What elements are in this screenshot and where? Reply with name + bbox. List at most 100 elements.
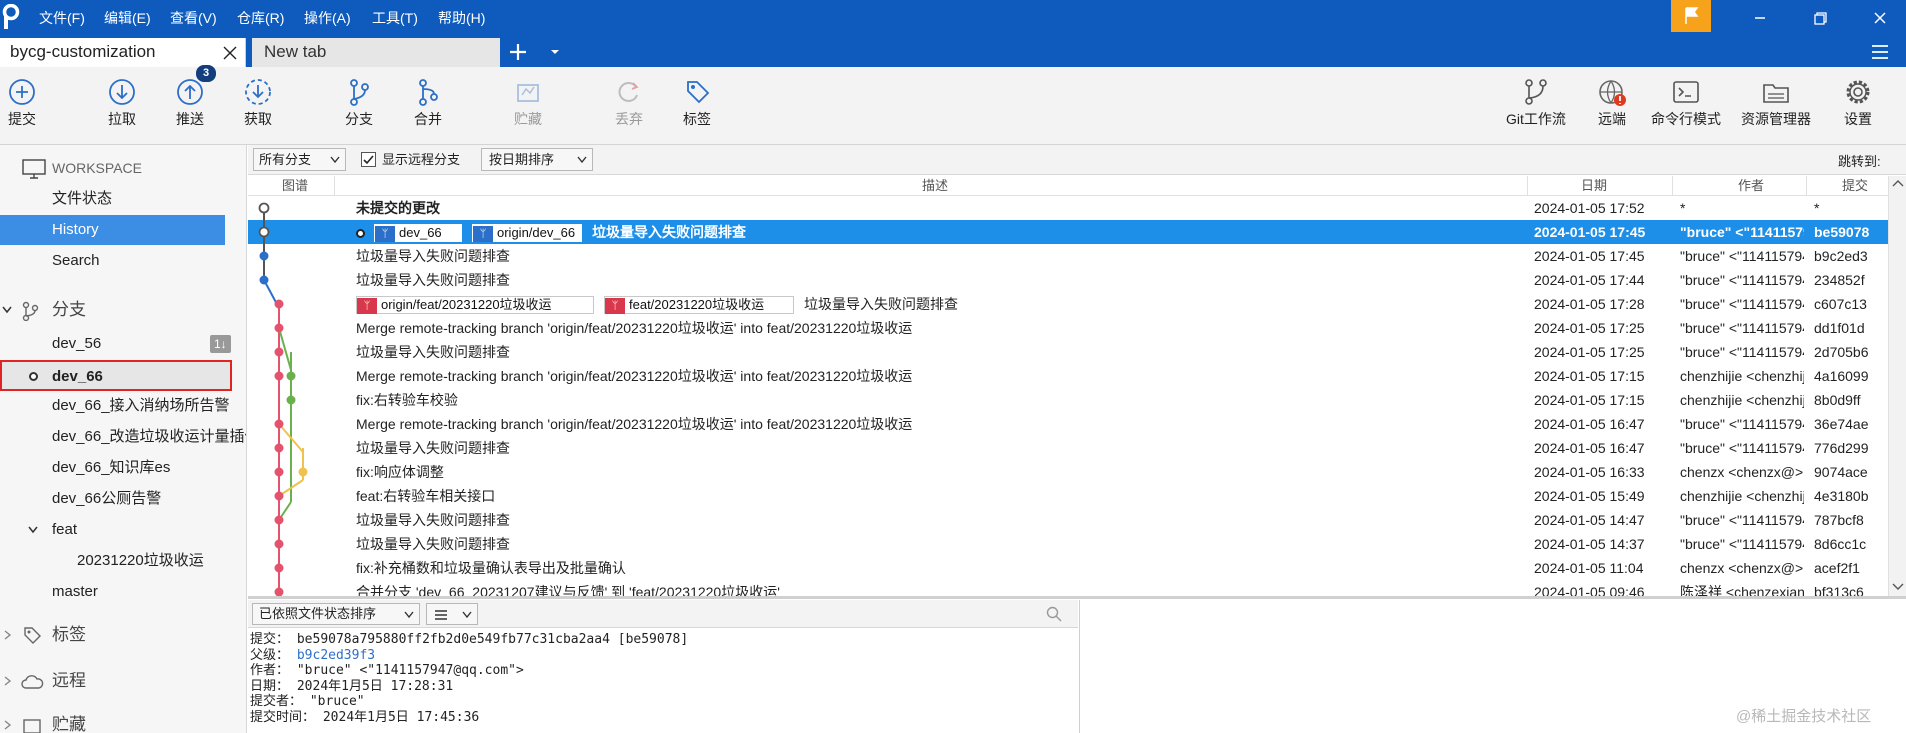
sidebar-branch-item[interactable]: dev_56 1↓ [0,329,246,359]
remote-button[interactable]: 远端 [1592,67,1632,145]
sidebar-item-search[interactable]: Search [0,246,246,276]
commit-node[interactable] [274,515,284,525]
git-flow-button[interactable]: Git工作流 [1498,67,1574,145]
settings-button[interactable]: 设置 [1836,67,1880,145]
sidebar-folder-feat[interactable]: feat [0,515,246,545]
commit-row[interactable]: 垃圾量导入失败问题排查 2024-01-05 17:45 "bruce" <"114… [248,244,1888,268]
add-tab-icon[interactable] [508,42,528,62]
commit-button[interactable]: 提交 [0,67,44,145]
minimize-button[interactable] [1748,6,1772,30]
commit-row[interactable]: ᛘ dev_66 ᛘ origin/dev_66 垃圾量导入失败问题排查 2024-01-… [248,220,1888,244]
tag-button[interactable]: 标签 [675,67,719,145]
branch-filter-dropdown[interactable]: 所有分支 [253,148,346,171]
maximize-button[interactable] [1808,6,1832,30]
commit-node[interactable] [259,275,269,285]
menu-item[interactable]: 工具(T) [372,0,418,36]
column-author[interactable]: 作者 [1738,176,1764,195]
column-commit[interactable]: 提交 [1842,176,1868,195]
tab-dropdown-icon[interactable] [549,46,561,58]
explorer-button[interactable]: 资源管理器 [1738,67,1814,145]
branches-header[interactable]: 分支 [0,295,246,325]
tab-new[interactable]: New tab [252,38,500,67]
sidebar-branch-item[interactable]: dev_66公厕告警 [0,484,246,514]
discard-button[interactable]: 丢弃 [607,67,651,145]
sidebar-branch-item-current[interactable]: dev_66 [0,360,232,391]
menu-item[interactable]: 操作(A) [304,0,351,36]
commit-node[interactable] [298,467,308,477]
notification-flag-button[interactable] [1671,0,1711,32]
commit-list-scrollbar[interactable] [1888,176,1906,596]
jump-to-label[interactable]: 跳转到: [1838,151,1881,170]
menu-item[interactable]: 帮助(H) [438,0,485,36]
column-graph[interactable]: 图谱 [282,176,308,195]
commit-node[interactable] [258,202,270,214]
commit-row[interactable]: 合并分支 'dev_66_20231207建议与反馈' 到 'feat/2023… [248,580,1888,596]
commit-node[interactable] [286,395,296,405]
sidebar-item-file-status[interactable]: 文件状态 [0,184,246,214]
workspace-header[interactable]: WORKSPACE [0,153,246,183]
commit-node[interactable] [274,443,284,453]
sidebar-item-history[interactable]: History [0,215,225,245]
menu-item[interactable]: 文件(F) [39,0,85,36]
branch-badge[interactable]: ᛘ origin/dev_66 [472,224,583,243]
stash-button[interactable]: 贮藏 [506,67,550,145]
parent-hash-link[interactable]: b9c2ed39f3 [297,648,375,663]
commit-node[interactable] [274,299,284,309]
commit-row[interactable]: 垃圾量导入失败问题排查 2024-01-05 17:25 "bruce" <"114… [248,340,1888,364]
commit-node[interactable] [258,226,270,238]
commit-node[interactable] [274,491,284,501]
commit-node[interactable] [274,539,284,549]
close-window-button[interactable] [1868,6,1892,30]
push-button[interactable]: 推送 3 [168,65,216,145]
tags-header[interactable]: 标签 [0,620,246,650]
commit-node[interactable] [274,563,284,573]
tab-close-icon[interactable] [222,45,238,61]
column-description[interactable]: 描述 [922,176,948,195]
hamburger-menu-icon[interactable] [1870,42,1890,62]
commit-node[interactable] [274,419,284,429]
commit-node[interactable] [286,371,296,381]
commit-row[interactable]: fix:右转验车校验 2024-01-05 17:15 chenzhijie <ch… [248,388,1888,412]
sidebar-branch-item[interactable]: master [0,577,246,607]
commit-node[interactable] [274,323,284,333]
view-mode-dropdown[interactable] [426,603,478,625]
terminal-button[interactable]: 命令行模式 [1648,67,1724,145]
commit-row[interactable]: Merge remote-tracking branch 'origin/fea… [248,316,1888,340]
commit-node[interactable] [274,371,284,381]
sort-dropdown[interactable]: 按日期排序 [481,148,593,171]
commit-node[interactable] [274,587,284,596]
scroll-up-icon[interactable] [1889,176,1906,192]
commit-node[interactable] [274,347,284,357]
search-icon[interactable] [1046,606,1062,622]
branch-button[interactable]: 分支 [337,67,381,145]
commit-row[interactable]: fix:补充桶数和垃圾量确认表导出及批量确认 2024-01-05 11:04 ch… [248,556,1888,580]
branch-badge[interactable]: ᛘ origin/feat/20231220垃圾收运 [356,296,594,315]
remotes-header[interactable]: 远程 [0,666,246,696]
commit-row[interactable]: Merge remote-tracking branch 'origin/fea… [248,364,1888,388]
scroll-down-icon[interactable] [1889,578,1906,594]
sidebar-branch-item[interactable]: 20231220垃圾收运 [0,546,246,576]
menu-item[interactable]: 查看(V) [170,0,217,36]
merge-button[interactable]: 合并 [406,67,450,145]
fetch-button[interactable]: 获取 [236,67,280,145]
commit-row[interactable]: 垃圾量导入失败问题排查 2024-01-05 14:47 "bruce" <"114… [248,508,1888,532]
commit-node[interactable] [274,467,284,477]
splitter[interactable] [248,596,1906,599]
tab-repo[interactable]: bycg-customization [0,38,246,67]
commit-row[interactable]: feat:右转验车相关接口 2024-01-05 15:49 chenzhijie … [248,484,1888,508]
commit-row[interactable]: 未提交的更改 2024-01-05 17:52 * * [248,196,1888,220]
stashes-header[interactable]: 贮藏 [0,710,246,733]
commit-row[interactable]: 垃圾量导入失败问题排查 2024-01-05 16:47 "bruce" <"114… [248,436,1888,460]
branch-badge[interactable]: ᛘ dev_66 [374,224,462,243]
file-sort-dropdown[interactable]: 已依照文件状态排序 [252,603,420,625]
menu-item[interactable]: 仓库(R) [237,0,284,36]
pull-button[interactable]: 拉取 [100,67,144,145]
sidebar-branch-item[interactable]: dev_66_改造垃圾收运计量插件 [0,422,246,452]
column-date[interactable]: 日期 [1581,176,1607,195]
sidebar-branch-item[interactable]: dev_66_知识库es [0,453,246,483]
commit-row[interactable]: ᛘ origin/feat/20231220垃圾收运 ᛘ feat/20231220垃… [248,292,1888,316]
commit-row[interactable]: 垃圾量导入失败问题排查 2024-01-05 17:44 "bruce" <"114… [248,268,1888,292]
menu-item[interactable]: 编辑(E) [104,0,151,36]
sidebar-branch-item[interactable]: dev_66_接入消纳场所告警 [0,391,246,421]
commit-row[interactable]: 垃圾量导入失败问题排查 2024-01-05 14:37 "bruce" <"114… [248,532,1888,556]
